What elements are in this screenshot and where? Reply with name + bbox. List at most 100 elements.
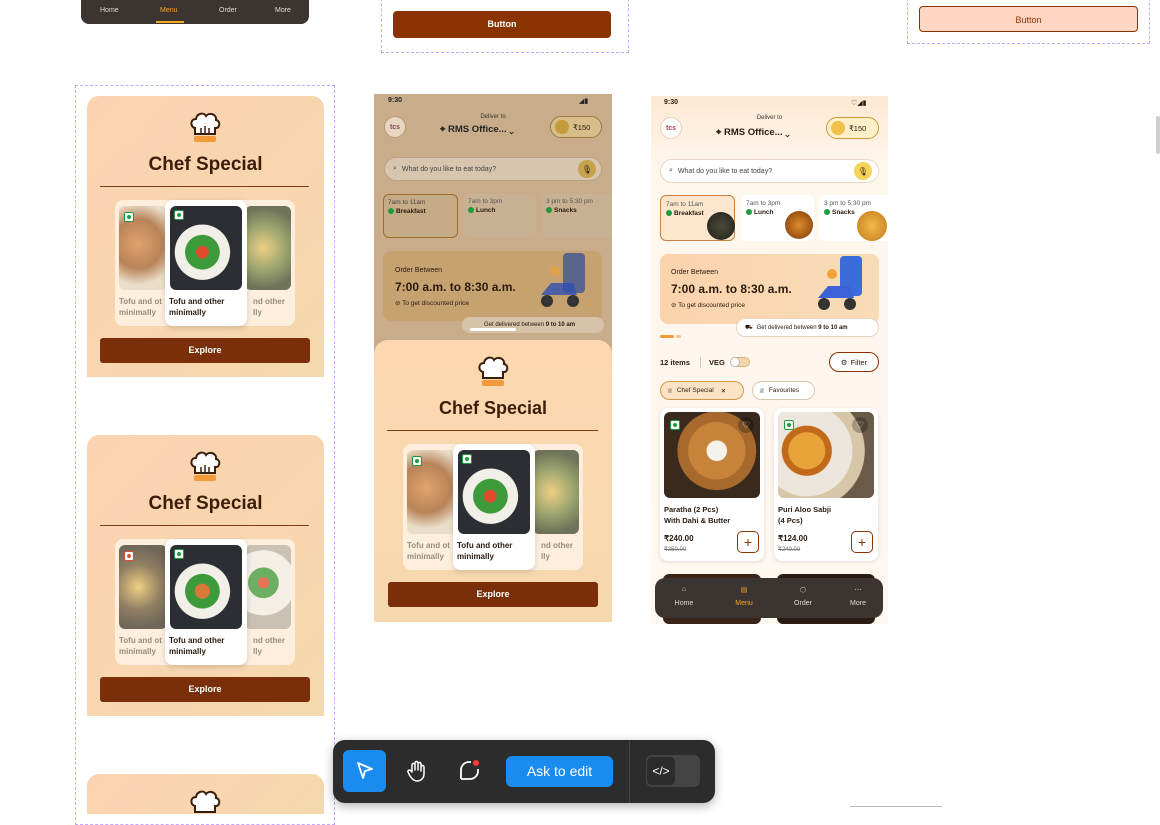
veg-badge-icon	[784, 420, 794, 430]
explore-button[interactable]: Explore	[100, 677, 310, 702]
filter-button[interactable]: ⚙ Filter	[829, 352, 879, 372]
phone-menu-list: 9:30 ♡◢▮ tcs Deliver to ⌖ RMS Office... …	[651, 96, 888, 624]
veg-toggle[interactable]	[730, 357, 750, 367]
more-icon: ⋯	[854, 587, 862, 594]
chef-hat-icon	[190, 112, 221, 142]
search-placeholder: What do you like to eat today?	[677, 167, 773, 175]
discount-icon: ⊘	[395, 300, 401, 307]
add-button[interactable]: +	[737, 531, 759, 553]
ask-to-edit-button[interactable]: Ask to edit	[506, 756, 613, 787]
slot-time: 7am to 3pm	[746, 200, 781, 207]
product-old-price: ₹350.00	[664, 547, 687, 553]
product-old-price: ₹240.00	[778, 547, 801, 553]
product-card-paratha[interactable]: ♡ Paratha (2 Pcs) With Dahi & Butter ₹24…	[660, 408, 764, 561]
nav-menu-indicator	[156, 21, 184, 23]
select-tool-button[interactable]	[343, 750, 386, 792]
chip-favourites[interactable]: ♕ Favourites	[752, 381, 815, 400]
close-icon[interactable]: ✕	[721, 387, 726, 395]
food-card-selected[interactable]: Tofu and other minimally	[165, 539, 247, 665]
search-icon: ⌕	[669, 167, 673, 174]
food-caption-right: nd other lly	[253, 297, 285, 317]
hand-icon	[406, 760, 425, 782]
food-caption-left: Tofu and ot minimally	[407, 541, 450, 561]
slot-lunch[interactable]: 7am to 3pm Lunch	[464, 194, 536, 238]
sheet-handle[interactable]	[470, 328, 516, 331]
chef-hat-icon	[190, 790, 221, 813]
cursor-arrow-icon	[356, 762, 373, 779]
chef-special-card-2: Chef Special Tofu and ot minimally nd ot…	[87, 435, 324, 716]
chef-divider	[100, 186, 309, 187]
divider	[700, 357, 701, 368]
veg-badge-icon	[462, 454, 472, 464]
search-bar[interactable]: ⌕ What do you like to eat today?	[660, 159, 879, 183]
explore-button[interactable]: Explore	[388, 582, 598, 607]
food-image-right	[245, 206, 291, 290]
food-caption-center: Tofu and other minimally	[169, 636, 225, 656]
search-icon: ⌕	[393, 165, 397, 172]
food-caption-left: Tofu and ot minimally	[119, 636, 162, 656]
nav-order[interactable]: Order	[219, 7, 237, 14]
location-text: RMS Office...	[724, 127, 783, 138]
nav-menu[interactable]: Menu	[160, 7, 178, 14]
nav-home[interactable]: Home	[100, 7, 119, 14]
wallet-button[interactable]: ₹150	[550, 116, 602, 138]
nav-more[interactable]: ⋯ More	[843, 586, 873, 607]
menu-icon: ▤	[740, 587, 748, 594]
product-price: ₹240.00	[664, 534, 694, 543]
delivery-scooter-icon	[541, 253, 585, 307]
location-selector[interactable]: ⌖ RMS Office... ⌄	[440, 124, 514, 135]
chef-hat-icon: ♕	[759, 387, 765, 395]
slot-breakfast[interactable]: 7am to 11am Breakfast	[383, 194, 458, 238]
food-caption-left: Tofu and ot minimally	[119, 297, 162, 317]
top-nav-bar: Home Menu Order More	[81, 0, 309, 24]
location-selector[interactable]: ⌖ RMS Office... ⌄	[716, 127, 790, 138]
add-button[interactable]: +	[851, 531, 873, 553]
heart-icon[interactable]: ♡	[738, 417, 754, 433]
hand-tool-button[interactable]	[395, 750, 438, 792]
wallet-icon	[555, 120, 569, 134]
comment-tool-button[interactable]	[447, 750, 490, 792]
mic-icon[interactable]: 🎙	[854, 162, 872, 180]
slot-label: Lunch	[468, 207, 532, 214]
bottom-edge-line	[850, 806, 942, 807]
veg-badge-icon	[670, 420, 680, 430]
wallet-button[interactable]: ₹150	[826, 117, 879, 139]
chip-chef-special[interactable]: ♕ Chef Special ✕	[660, 381, 744, 400]
chef-title: Chef Special	[148, 154, 263, 175]
button-2[interactable]: Button	[919, 6, 1138, 32]
veg-badge-icon	[174, 210, 184, 220]
nav-more[interactable]: More	[275, 7, 291, 14]
canvas-scrollbar[interactable]	[1156, 116, 1160, 154]
home-icon: ⌂	[681, 586, 687, 593]
chef-hat-icon	[190, 451, 221, 481]
mic-icon[interactable]: 🎙	[578, 160, 596, 178]
status-time: 9:30	[664, 99, 679, 106]
food-card-selected[interactable]: Tofu and other minimally	[165, 200, 247, 326]
slot-time: 7am to 11am	[388, 199, 426, 206]
nav-menu[interactable]: ▤ Menu	[729, 586, 759, 607]
box-icon: ⬡	[799, 587, 807, 594]
food-card-selected[interactable]: Tofu and other minimally	[453, 444, 535, 570]
code-view-button[interactable]: </>	[646, 755, 700, 787]
slot-breakfast[interactable]: 7am to 11am Breakfast	[660, 195, 735, 241]
slot-snacks[interactable]: 3 pm to 5:30 pm Snacks	[819, 195, 888, 241]
delivery-pill: ⛟ Get delivered between 9 to 10 am	[736, 318, 879, 337]
order-between-label: Order Between	[395, 267, 443, 274]
status-icons: ♡◢▮	[851, 100, 867, 107]
explore-button[interactable]: Explore	[100, 338, 310, 363]
button-1[interactable]: Button	[393, 11, 611, 38]
search-bar[interactable]: ⌕ What do you like to eat today?	[384, 157, 602, 181]
location-text: RMS Office...	[448, 124, 507, 135]
order-time: 7:00 a.m. to 8:30 a.m.	[671, 282, 792, 296]
nav-order[interactable]: ⬡ Order	[788, 586, 818, 607]
chef-hat-icon	[478, 356, 509, 386]
nav-home[interactable]: ⌂ Home	[669, 586, 699, 607]
heart-icon[interactable]: ♡	[852, 417, 868, 433]
delivery-scooter-icon	[818, 256, 862, 310]
order-banner: Order Between 7:00 a.m. to 8:30 a.m. ⊘ T…	[660, 254, 879, 324]
discount-icon: ⊘	[671, 302, 677, 309]
slot-snacks[interactable]: 3 pm to 5:30 pm Snacks	[542, 194, 612, 238]
status-icons: ◢▮	[579, 98, 589, 105]
product-card-puri[interactable]: ♡ Puri Aloo Sabji (4 Pcs) ₹124.00 ₹240.0…	[774, 408, 878, 561]
slot-lunch[interactable]: 7am to 3pm Lunch	[741, 195, 814, 241]
